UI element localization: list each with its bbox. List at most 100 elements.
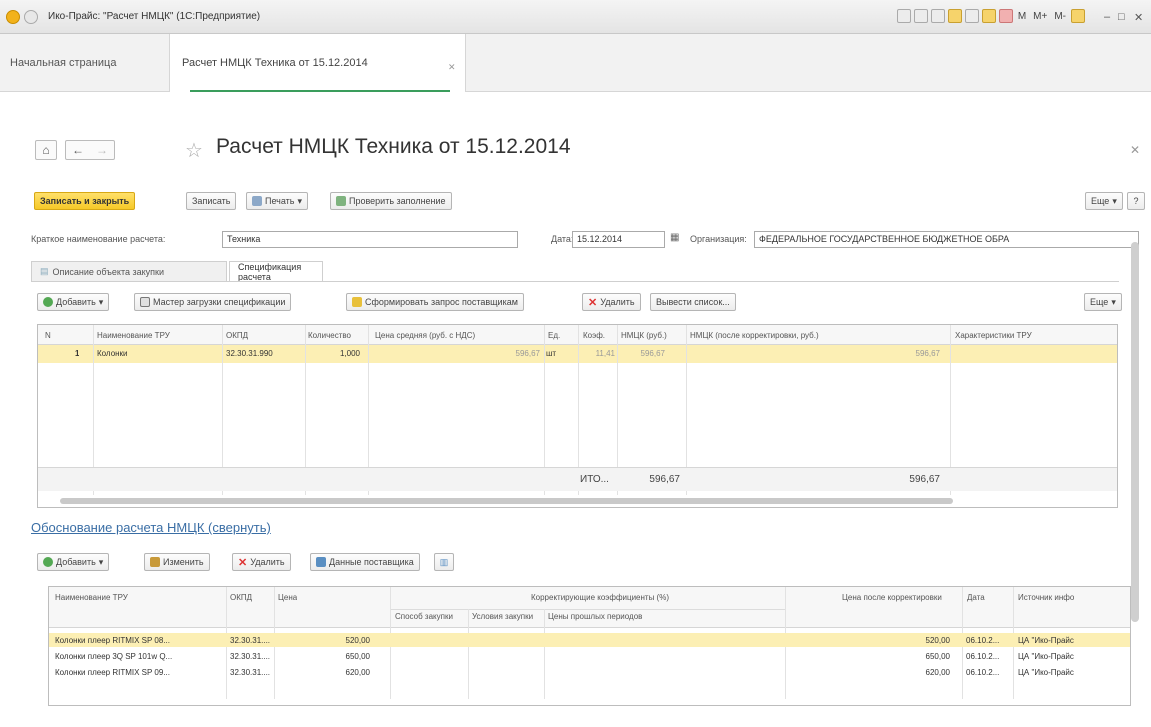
calendar-picker-icon[interactable]: ▦ [670,232,679,243]
col-coef[interactable]: Коэф. [583,331,607,340]
bcol-source[interactable]: Источник инфо [1018,593,1130,602]
date-input[interactable]: 15.12.2014 [572,231,665,248]
save-close-button[interactable]: Записать и закрыть [34,192,136,210]
basis-delete-label: Удалить [250,557,285,567]
check-icon [336,196,346,206]
forward-arrow-icon[interactable]: → [96,143,108,157]
favorite-star-icon[interactable]: ☆ [185,138,203,163]
row-price: 596,67 [515,349,540,358]
col-name[interactable]: Наименование ТРУ [97,331,197,340]
basis-columns-button[interactable]: ▥ [434,553,454,571]
dropdown-icon: ▾ [98,296,104,307]
col-nmck[interactable]: НМЦК (руб.) [621,331,676,340]
subtab-specification[interactable]: Спецификация расчета [229,261,323,282]
tab-nmck-calc[interactable]: Расчет НМЦК Техника от 15.12.2014 [170,34,466,92]
spec-add-button[interactable]: Добавить ▾ [37,293,110,311]
bcol-price[interactable]: Цена [278,593,297,602]
basis-supplier-button[interactable]: Данные поставщика [310,553,420,571]
col-qty[interactable]: Количество [308,331,358,340]
totals-nmck: 596,67 [649,474,680,485]
check-fill-button[interactable]: Проверить заполнение [330,192,452,210]
spec-request-button[interactable]: Сформировать запрос поставщикам [346,293,524,311]
more-button[interactable]: Еще ▾ [1085,192,1123,210]
bcol-coef-group: Корректирующие коэффициенты (%) [530,593,669,602]
back-arrow-icon[interactable]: ← [72,143,84,157]
info-icon[interactable] [1071,9,1085,23]
bcol-method[interactable]: Способ закупки [395,612,465,621]
brow-adj: 650,00 [925,652,950,661]
description-icon: ▤ [40,266,49,276]
row-nmck: 596,67 [640,349,665,358]
spec-more-button[interactable]: Еще ▾ [1084,293,1122,311]
date-label: Дата: [551,234,574,244]
row-nmck-adj: 596,67 [915,349,940,358]
add-icon [43,557,53,567]
tab-home[interactable]: Начальная страница [0,34,170,92]
col-unit[interactable]: Ед. [548,331,562,340]
col-price-avg[interactable]: Цена средняя (руб. с НДС) [375,331,485,340]
more-label: Еще [1091,196,1110,206]
spec-add-label: Добавить [56,297,96,307]
row-name: Колонки [97,349,128,358]
form-close-icon[interactable]: ✕ [1130,143,1140,157]
memory-plus-button[interactable]: M+ [1031,11,1049,22]
spec-delete-button[interactable]: ✕ Удалить [582,293,641,311]
spec-horizontal-scrollbar[interactable] [60,498,953,504]
bcol-terms[interactable]: Условия закупки [472,612,542,621]
col-n[interactable]: N [45,331,51,340]
history-icon[interactable] [964,9,979,23]
window-close-icon[interactable]: ✕ [1134,11,1143,24]
spec-wizard-button[interactable]: Мастер загрузки спецификации [134,293,292,311]
subtab-description[interactable]: ▤ Описание объекта закупки [31,261,227,281]
tab-close-icon[interactable]: ✕ [448,62,456,73]
form-vertical-scrollbar[interactable] [1131,242,1139,622]
bcol-date[interactable]: Дата [967,593,985,602]
wizard-icon [140,297,150,307]
basis-delete-button[interactable]: ✕ Удалить [232,553,291,571]
basis-add-button[interactable]: Добавить ▾ [37,553,110,571]
bcol-adj-price[interactable]: Цена после корректировки [842,593,952,602]
print-button[interactable]: Печать ▾ [246,192,309,210]
brow-adj: 520,00 [925,636,950,645]
calendar-icon[interactable] [896,9,911,23]
col-okpd[interactable]: ОКПД [226,331,248,340]
basis-edit-button[interactable]: Изменить [144,553,210,571]
calc-icon[interactable] [981,9,996,23]
print-icon[interactable] [913,9,928,23]
short-name-label: Краткое наименование расчета: [31,234,166,244]
calendar-red-icon[interactable] [998,9,1013,23]
basis-collapse-link[interactable]: Обоснование расчета НМЦК (свернуть) [31,520,271,535]
help-button[interactable]: ? [1127,192,1145,210]
brow-source: ЦА "Ико-Прайс [1018,652,1074,661]
memory-minus-button[interactable]: M- [1052,11,1068,22]
short-name-input[interactable]: Техника [222,231,518,248]
home-icon[interactable]: ⌂ [35,140,57,160]
minimize-icon[interactable]: – [1104,11,1110,23]
favorites-icon[interactable] [947,9,962,23]
app-menu-icon[interactable] [24,10,38,24]
memory-button[interactable]: M [1016,11,1028,22]
print-icon [252,196,262,206]
save-button[interactable]: Записать [186,192,237,210]
active-tab-indicator [190,90,450,92]
brow-date: 06.10.2... [966,668,1000,677]
basis-supplier-label: Данные поставщика [329,557,414,567]
maximize-icon[interactable]: □ [1118,11,1125,23]
col-nmck-adj[interactable]: НМЦК (после корректировки, руб.) [690,331,850,340]
totals-nmck-adj: 596,67 [909,474,940,485]
columns-icon: ▥ [439,556,449,567]
add-icon [43,297,53,307]
bcol-prev[interactable]: Цены прошлых периодов [548,612,678,621]
bcol-name[interactable]: Наименование ТРУ [55,593,195,602]
org-input[interactable]: ФЕДЕРАЛЬНОЕ ГОСУДАРСТВЕННОЕ БЮДЖЕТНОЕ ОБ… [754,231,1139,248]
row-unit: шт [546,349,557,358]
col-chars[interactable]: Характеристики ТРУ [955,331,1105,340]
check-label: Проверить заполнение [349,196,446,206]
spec-list-button[interactable]: Вывести список... [650,293,736,311]
app-logo-icon[interactable] [6,10,20,24]
link-icon[interactable] [930,9,945,23]
spec-wizard-label: Мастер загрузки спецификации [153,297,286,307]
bcol-okpd[interactable]: ОКПД [230,593,252,602]
dropdown-icon: ▾ [297,195,303,206]
spec-delete-label: Удалить [600,297,635,307]
